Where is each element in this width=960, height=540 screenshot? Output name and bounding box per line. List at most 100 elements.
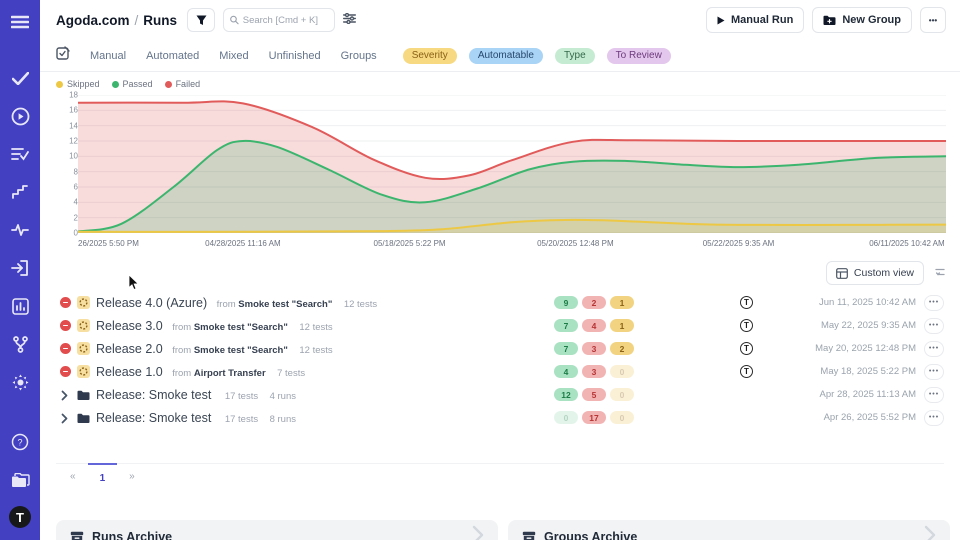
projects-folder-icon[interactable] xyxy=(8,468,32,492)
branch-icon[interactable] xyxy=(8,332,32,356)
automated-run-icon xyxy=(77,342,90,355)
y-axis-tick: 4 xyxy=(60,198,78,207)
analytics-icon[interactable] xyxy=(8,294,32,318)
automated-run-icon xyxy=(77,365,90,378)
y-axis-tick: 0 xyxy=(60,229,78,238)
menu-icon[interactable] xyxy=(8,10,32,34)
runs-archive-title: Runs Archive xyxy=(92,530,172,540)
table-row-group[interactable]: Release: Smoke test 17 tests 4 runs 1250… xyxy=(56,383,944,406)
tests-check-icon[interactable] xyxy=(8,66,32,90)
adjustments-icon[interactable] xyxy=(343,11,356,29)
row-more-button[interactable]: ••• xyxy=(924,318,944,334)
chip-automatable[interactable]: Automatable xyxy=(469,48,543,64)
automated-run-icon xyxy=(77,296,90,309)
breadcrumb-project[interactable]: Agoda.com xyxy=(56,13,130,28)
run-source: Airport Transfer xyxy=(194,368,266,379)
search-box[interactable] xyxy=(223,8,335,32)
filter-funnel-button[interactable] xyxy=(187,8,215,32)
run-title[interactable]: Release 4.0 (Azure) from Smoke test "Sea… xyxy=(96,296,377,310)
reporter-icon[interactable]: T xyxy=(740,296,753,309)
breadcrumb: Agoda.com/Runs xyxy=(56,13,177,28)
row-more-button[interactable]: ••• xyxy=(924,364,944,380)
passed-count-badge: 7 xyxy=(554,342,578,355)
skipped-count-badge: 0 xyxy=(610,388,634,401)
run-date: May 22, 2025 9:35 AM xyxy=(821,320,916,331)
table-row[interactable]: Release 2.0 from Smoke test "Search" 12 … xyxy=(56,337,944,360)
search-input[interactable] xyxy=(243,15,328,26)
group-title[interactable]: Release: Smoke test 17 tests 8 runs xyxy=(96,411,296,425)
chip-severity[interactable]: Severity xyxy=(403,48,457,64)
top-bar: Agoda.com/Runs Manual Run New Group ••• xyxy=(40,0,960,40)
result-badges: 430 xyxy=(554,365,634,378)
table-row[interactable]: Release 3.0 from Smoke test "Search" 12 … xyxy=(56,314,944,337)
pagination: « 1 » xyxy=(56,463,944,488)
group-tests-count: 17 tests xyxy=(225,414,258,425)
header-more-button[interactable]: ••• xyxy=(920,7,946,33)
group-tests-count: 17 tests xyxy=(225,391,258,402)
run-title[interactable]: Release 1.0 from Airport Transfer 7 test… xyxy=(96,365,305,379)
reporter-icon[interactable]: T xyxy=(740,365,753,378)
steps-icon[interactable] xyxy=(8,180,32,204)
result-badges: 1250 xyxy=(554,388,634,401)
failed-status-icon xyxy=(60,343,71,354)
expand-chevron-icon[interactable] xyxy=(61,388,68,406)
from-label: from xyxy=(172,368,194,379)
help-icon[interactable]: ? xyxy=(8,430,32,454)
page-1-button[interactable]: 1 xyxy=(88,463,118,488)
run-title[interactable]: Release 2.0 from Smoke test "Search" 12 … xyxy=(96,342,333,356)
group-title[interactable]: Release: Smoke test 17 tests 4 runs xyxy=(96,388,296,402)
runs-archive-panel[interactable]: Runs Archive xyxy=(56,520,498,540)
logo-t[interactable]: T xyxy=(9,506,31,528)
chip-type[interactable]: Type xyxy=(555,48,595,64)
runs-play-icon[interactable] xyxy=(8,104,32,128)
settings-gear-icon[interactable] xyxy=(8,370,32,394)
main-area: Agoda.com/Runs Manual Run New Group ••• xyxy=(40,0,960,540)
run-tests-count: 12 tests xyxy=(299,322,332,333)
table-row[interactable]: Release 4.0 (Azure) from Smoke test "Sea… xyxy=(56,291,944,314)
new-group-button[interactable]: New Group xyxy=(812,7,912,33)
topbar-actions: Manual Run New Group ••• xyxy=(706,7,946,33)
row-more-button[interactable]: ••• xyxy=(924,387,944,403)
breadcrumb-page: Runs xyxy=(143,13,177,28)
expand-chevron-icon[interactable] xyxy=(61,411,68,429)
search-icon xyxy=(230,15,239,25)
result-badges: 921 xyxy=(554,296,634,309)
chart-canvas xyxy=(78,95,946,233)
archive-icon xyxy=(522,531,536,540)
row-more-button[interactable]: ••• xyxy=(924,295,944,311)
manual-run-button[interactable]: Manual Run xyxy=(706,7,804,33)
plans-list-icon[interactable] xyxy=(8,142,32,166)
run-title[interactable]: Release 3.0 from Smoke test "Search" 12 … xyxy=(96,319,333,333)
tab-mixed[interactable]: Mixed xyxy=(219,50,248,62)
import-icon[interactable] xyxy=(8,256,32,280)
tab-groups[interactable]: Groups xyxy=(341,50,377,62)
tab-unfinished[interactable]: Unfinished xyxy=(269,50,321,62)
pulse-icon[interactable] xyxy=(8,218,32,242)
passed-count-badge: 7 xyxy=(554,319,578,332)
row-more-button[interactable]: ••• xyxy=(924,341,944,357)
table-row[interactable]: Release 1.0 from Airport Transfer 7 test… xyxy=(56,360,944,383)
chevron-right-icon xyxy=(472,525,484,540)
chip-to-review[interactable]: To Review xyxy=(607,48,671,64)
custom-view-button[interactable]: Custom view xyxy=(826,261,924,285)
page-next-button[interactable]: » xyxy=(117,463,147,488)
y-axis-tick: 6 xyxy=(60,183,78,192)
automated-run-icon xyxy=(77,319,90,332)
table-row-group[interactable]: Release: Smoke test 17 tests 8 runs 0170… xyxy=(56,406,944,429)
sidebar: ? T xyxy=(0,0,40,540)
page-prev-button[interactable]: « xyxy=(58,463,88,488)
reporter-icon[interactable]: T xyxy=(740,342,753,355)
select-tasks-icon[interactable] xyxy=(56,46,70,65)
breadcrumb-separator: / xyxy=(130,13,144,28)
sort-icon[interactable] xyxy=(934,264,946,282)
groups-archive-panel[interactable]: Groups Archive xyxy=(508,520,950,540)
from-label: from xyxy=(172,345,194,356)
chevron-right-icon xyxy=(924,525,936,540)
x-axis-tick: 06/11/2025 10:42 AM xyxy=(869,239,944,248)
tab-manual[interactable]: Manual xyxy=(90,50,126,62)
reporter-icon[interactable]: T xyxy=(740,319,753,332)
tab-automated[interactable]: Automated xyxy=(146,50,199,62)
row-more-button[interactable]: ••• xyxy=(924,410,944,426)
skipped-count-badge: 2 xyxy=(610,342,634,355)
y-axis-tick: 2 xyxy=(60,213,78,222)
